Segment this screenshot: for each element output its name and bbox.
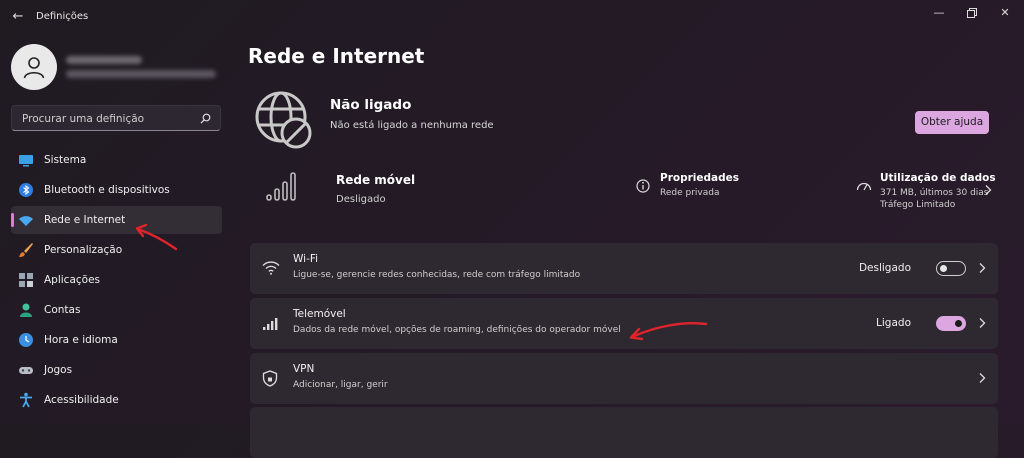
profile-email-redacted <box>66 70 216 78</box>
account-icon <box>20 303 32 317</box>
cellular-state: Ligado <box>876 317 911 329</box>
get-help-button[interactable]: Obter ajuda <box>915 111 989 134</box>
properties-title[interactable]: Propriedades <box>660 172 739 184</box>
sidebar-item-rede-internet[interactable]: Rede e Internet <box>11 206 222 234</box>
vpn-subtitle: Adicionar, ligar, gerir <box>293 380 388 390</box>
wifi-card[interactable]: Wi-Fi Ligue-se, gerencie redes conhecida… <box>250 243 998 294</box>
sidebar-item-label: Aplicações <box>44 274 101 286</box>
sidebar-item-sistema[interactable]: Sistema <box>11 146 222 174</box>
chevron-right-icon[interactable] <box>978 372 986 384</box>
wifi-icon <box>262 261 280 275</box>
avatar[interactable] <box>11 44 57 90</box>
properties-subtitle: Rede privada <box>660 188 720 198</box>
chevron-right-icon[interactable] <box>984 184 992 196</box>
annotation-arrow-cellular <box>629 322 708 341</box>
accessibility-icon <box>20 392 32 408</box>
clock-globe-icon <box>19 333 33 347</box>
chevron-right-icon[interactable] <box>978 262 986 274</box>
sidebar-item-label: Acessibilidade <box>44 394 119 406</box>
active-indicator <box>11 213 14 227</box>
wifi-state: Desligado <box>858 262 911 274</box>
wifi-title: Wi-Fi <box>293 253 319 265</box>
page-title: Rede e Internet <box>248 44 425 68</box>
mobile-network-title: Rede móvel <box>336 173 416 187</box>
person-icon <box>23 57 45 79</box>
apps-icon <box>19 273 33 287</box>
cellular-signal-icon <box>266 172 296 201</box>
sidebar-item-personalizacao[interactable]: Personalização <box>11 236 222 264</box>
sidebar-item-label: Rede e Internet <box>44 214 126 226</box>
toggle-knob <box>955 320 962 327</box>
toggle-knob <box>940 265 947 272</box>
restore-icon[interactable] <box>955 3 989 23</box>
search-icon[interactable] <box>200 113 211 124</box>
sidebar-item-bluetooth[interactable]: Bluetooth e dispositivos <box>11 176 222 204</box>
cellular-toggle[interactable] <box>936 316 966 331</box>
gamepad-icon <box>19 367 33 374</box>
sidebar-item-label: Bluetooth e dispositivos <box>44 184 170 196</box>
info-icon <box>636 179 650 193</box>
sidebar-item-aplicacoes[interactable]: Aplicações <box>11 266 222 294</box>
sidebar-item-label: Personalização <box>44 244 123 256</box>
sidebar-item-label: Jogos <box>44 364 73 376</box>
data-usage-limit: Tráfego Limitado <box>880 200 956 210</box>
sidebar-item-label: Hora e idioma <box>44 334 118 346</box>
minimize-icon[interactable]: — <box>922 3 956 23</box>
mobile-network-status: Desligado <box>336 194 386 205</box>
chevron-right-icon[interactable] <box>978 317 986 329</box>
cellular-subtitle: Dados da rede móvel, opções de roaming, … <box>293 325 621 335</box>
search-box <box>11 105 221 131</box>
back-arrow-icon[interactable]: ← <box>10 9 26 25</box>
title-bar: ← Definições — ✕ <box>0 0 1024 36</box>
close-icon[interactable]: ✕ <box>988 3 1022 23</box>
sidebar-item-hora-idioma[interactable]: Hora e idioma <box>11 326 222 354</box>
bluetooth-icon <box>19 183 33 197</box>
sidebar-item-contas[interactable]: Contas <box>11 296 222 324</box>
wifi-toggle[interactable] <box>936 261 966 276</box>
globe-disconnected-icon <box>255 91 312 149</box>
system-icon <box>19 155 33 167</box>
sidebar-item-label: Sistema <box>44 154 87 166</box>
profile-name-redacted <box>66 56 142 64</box>
wifi-icon <box>19 216 33 226</box>
annotation-arrow-sidebar <box>135 223 178 251</box>
vpn-card[interactable]: VPN Adicionar, ligar, gerir <box>250 353 998 404</box>
connection-status-subtitle: Não está ligado a nenhuma rede <box>330 120 494 131</box>
next-card-partial[interactable] <box>250 407 998 458</box>
cellular-title: Telemóvel <box>293 308 346 320</box>
vpn-title: VPN <box>293 363 315 375</box>
sidebar-item-jogos[interactable]: Jogos <box>11 356 222 384</box>
sidebar-item-label: Contas <box>44 304 81 316</box>
cellular-signal-icon <box>263 318 278 330</box>
data-usage-icon <box>856 182 872 191</box>
shield-icon <box>262 370 278 387</box>
window-title: Definições <box>36 11 89 22</box>
wifi-subtitle: Ligue-se, gerencie redes conhecidas, red… <box>293 270 581 280</box>
connection-status-title: Não ligado <box>330 97 412 113</box>
data-usage-title[interactable]: Utilização de dados <box>880 172 996 184</box>
search-input[interactable] <box>20 110 204 128</box>
data-usage-amount: 371 MB, últimos 30 dias <box>880 188 989 198</box>
brush-icon <box>19 243 33 257</box>
sidebar-item-acessibilidade[interactable]: Acessibilidade <box>11 386 222 414</box>
